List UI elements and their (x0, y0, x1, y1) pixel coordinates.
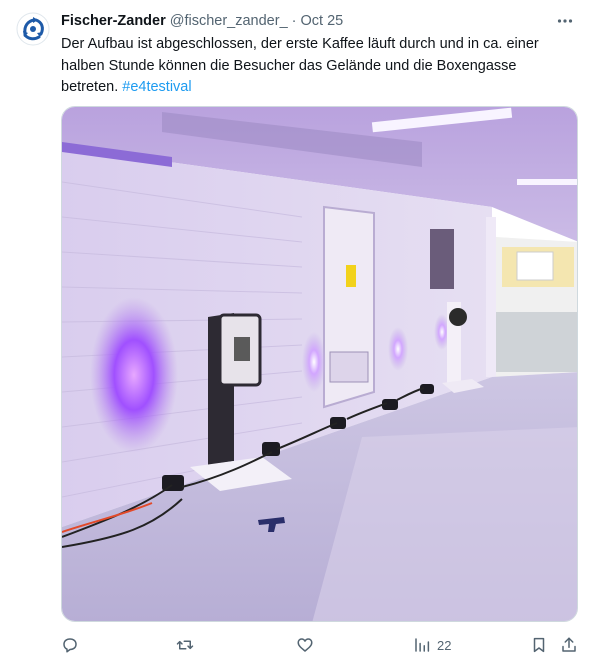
tweet-text-line: halben Stunde können die Besucher das Ge… (61, 57, 517, 74)
bookmark-button[interactable] (530, 633, 548, 657)
author-handle[interactable]: @fischer_zander_ (170, 13, 288, 29)
hashtag-link[interactable]: #e4testival (122, 79, 191, 95)
views-icon (415, 638, 430, 652)
separator: · (291, 13, 297, 29)
more-icon[interactable] (554, 11, 576, 31)
views-count: 22 (437, 637, 452, 653)
tweet-text: Der Aufbau ist abgeschlossen, der erste … (61, 34, 561, 99)
bookmark-icon (533, 637, 545, 653)
views-button[interactable]: 22 (413, 633, 451, 657)
tweet-photo[interactable] (61, 106, 578, 622)
tweet-header: Fischer-Zander @fischer_zander_ · Oct 25 (61, 11, 576, 31)
avatar[interactable] (16, 12, 50, 46)
share-icon (562, 637, 576, 652)
tweet-text-line-part: betreten. (61, 79, 123, 95)
like-button[interactable] (296, 633, 314, 657)
reply-button[interactable] (61, 633, 79, 657)
action-bar: 22 (61, 633, 578, 657)
photo-illustration (62, 107, 577, 621)
retweet-button[interactable] (176, 633, 194, 657)
tweet-text-line: Der Aufbau ist abgeschlossen, der erste … (61, 36, 539, 52)
tweet-text-line: betreten. #e4testival (61, 77, 561, 99)
retweet-icon (176, 640, 194, 650)
author-name[interactable]: Fischer-Zander (61, 13, 166, 29)
share-button[interactable] (560, 633, 578, 657)
reply-icon (63, 638, 77, 653)
avatar-logo (16, 12, 50, 46)
like-icon (297, 638, 313, 652)
tweet-date[interactable]: Oct 25 (300, 13, 343, 29)
